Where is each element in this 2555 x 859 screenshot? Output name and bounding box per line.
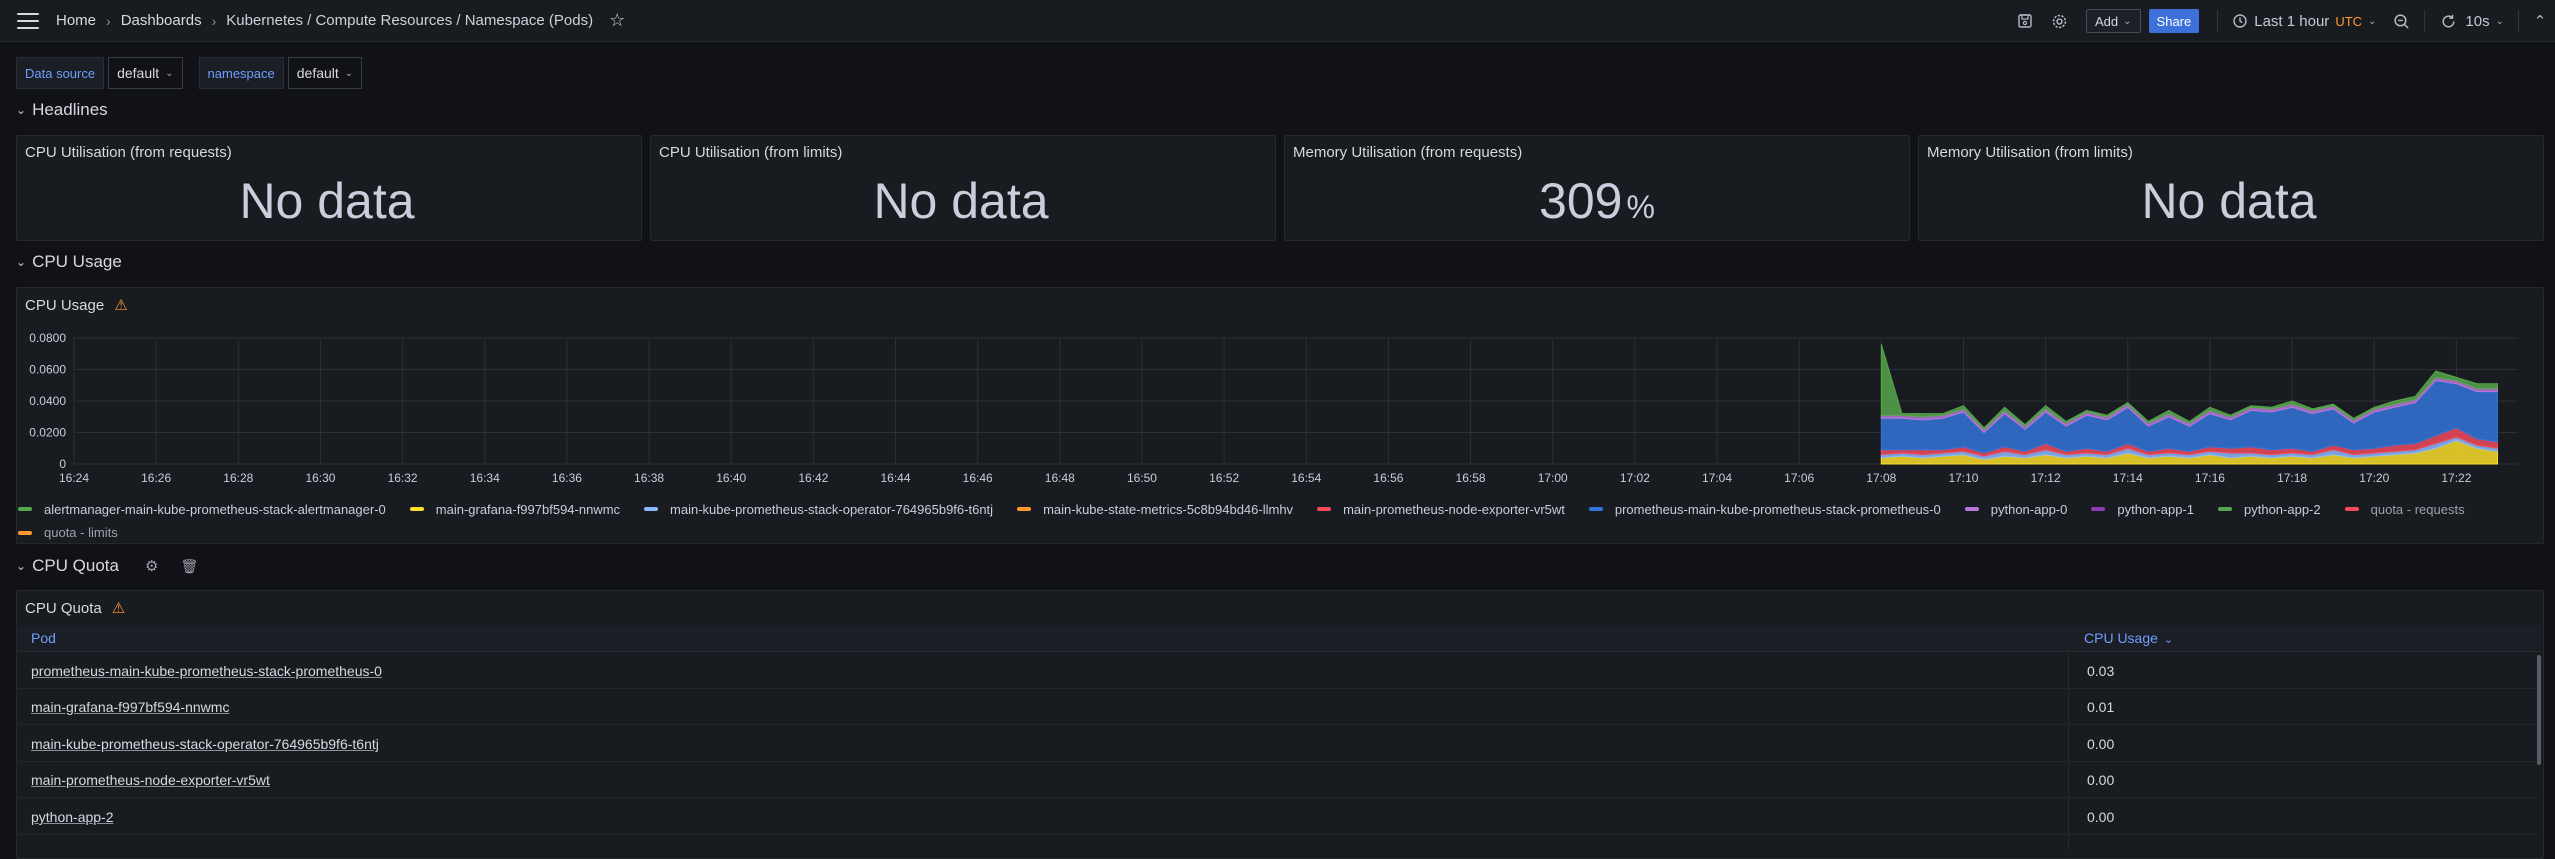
legend-item[interactable]: quota - requests xyxy=(2344,499,2465,520)
table-row: python-app-2 0.00 xyxy=(17,799,2537,835)
table-row: main-prometheus-node-exporter-vr5wt 0.00 xyxy=(17,762,2537,798)
x-tick-label: 16:54 xyxy=(1291,471,1321,485)
legend-item[interactable]: quota - limits xyxy=(18,522,118,543)
legend-label: main-grafana-f997bf594-nnwmc xyxy=(435,501,621,517)
legend-label: python-app-0 xyxy=(1990,501,2068,517)
cpu-usage-cell: 0.00 xyxy=(2087,772,2115,788)
legend-item[interactable]: main-grafana-f997bf594-nnwmc xyxy=(409,499,621,520)
legend-item[interactable]: python-app-2 xyxy=(2218,499,2321,520)
x-tick-label: 17:02 xyxy=(1620,471,1650,485)
row-cpu-quota[interactable]: ⌄ CPU Quota ⚙ 🗑 xyxy=(16,556,198,576)
pod-link[interactable]: python-app-2 xyxy=(31,809,114,825)
cpu-usage-cell: 0.03 xyxy=(2087,663,2115,679)
x-tick-label: 16:28 xyxy=(223,471,253,485)
legend-label: python-app-2 xyxy=(2244,501,2321,517)
legend-item[interactable]: main-prometheus-node-exporter-vr5wt xyxy=(1317,499,1565,520)
chevron-down-icon: ⌄ xyxy=(16,559,27,573)
x-tick-label: 16:46 xyxy=(963,471,993,485)
legend-item[interactable]: alertmanager-main-kube-prometheus-stack-… xyxy=(18,499,386,520)
legend-swatch xyxy=(1017,507,1032,511)
cpu-usage-cell: 0.00 xyxy=(2087,736,2115,752)
legend-swatch xyxy=(1964,507,1979,511)
legend-swatch xyxy=(644,507,659,511)
row-title: CPU Quota xyxy=(32,556,119,575)
x-tick-label: 16:44 xyxy=(880,471,910,485)
panel-title-text: CPU Quota xyxy=(25,599,102,617)
table-header: Pod CPU Usage ⌄ xyxy=(17,626,2542,652)
legend-swatch xyxy=(18,507,32,511)
x-tick-label: 16:38 xyxy=(634,471,664,485)
legend-item[interactable]: main-kube-state-metrics-5c8b94bd46-llmhv xyxy=(1017,499,1293,520)
x-tick-label: 17:22 xyxy=(2441,471,2471,485)
x-tick-label: 17:04 xyxy=(1702,471,1732,485)
x-tick-label: 16:48 xyxy=(1045,471,1075,485)
x-tick-label: 16:32 xyxy=(388,471,418,485)
cpu-usage-cell: 0.00 xyxy=(2087,809,2115,825)
legend-item[interactable]: python-app-0 xyxy=(1964,499,2068,520)
legend-label: prometheus-main-kube-prometheus-stack-pr… xyxy=(1614,501,1941,517)
table-row: main-kube-prometheus-stack-operator-7649… xyxy=(17,726,2537,762)
x-tick-label: 16:42 xyxy=(798,471,828,485)
x-tick-label: 17:06 xyxy=(1784,471,1814,485)
column-header-pod[interactable]: Pod xyxy=(31,630,56,646)
x-tick-label: 16:56 xyxy=(1373,471,1403,485)
warning-icon[interactable]: ⚠ xyxy=(112,599,125,617)
cpu-usage-cell: 0.01 xyxy=(2087,699,2115,715)
x-tick-label: 16:52 xyxy=(1209,471,1239,485)
pod-link[interactable]: main-grafana-f997bf594-nnwmc xyxy=(31,699,229,715)
x-tick-label: 17:20 xyxy=(2359,471,2389,485)
pod-link[interactable]: main-prometheus-node-exporter-vr5wt xyxy=(31,772,270,788)
legend-label: python-app-1 xyxy=(2117,501,2194,517)
sort-desc-icon: ⌄ xyxy=(2163,634,2174,646)
y-tick-label: 0.0800 xyxy=(29,331,66,345)
table-row: prometheus-main-kube-prometheus-stack-pr… xyxy=(17,653,2537,689)
panel-title: CPU Quota ⚠ xyxy=(25,599,125,618)
y-tick-label: 0.0600 xyxy=(29,363,66,377)
x-tick-label: 17:08 xyxy=(1866,471,1896,485)
legend-label: quota - limits xyxy=(44,525,118,540)
legend-label: main-prometheus-node-exporter-vr5wt xyxy=(1343,501,1565,517)
legend-swatch xyxy=(409,507,424,511)
legend-item[interactable]: prometheus-main-kube-prometheus-stack-pr… xyxy=(1588,499,1941,520)
cpu-usage-chart[interactable]: 0.0800 0.0600 0.0400 0.0200 016:24 16:26 16:28… xyxy=(0,0,2555,500)
legend-label: main-kube-state-metrics-5c8b94bd46-llmhv xyxy=(1043,501,1294,517)
chart-legend: alertmanager-main-kube-prometheus-stack-… xyxy=(18,496,2518,543)
x-tick-label: 17:14 xyxy=(2113,471,2143,485)
legend-item[interactable]: python-app-1 xyxy=(2091,499,2194,520)
x-tick-label: 16:24 xyxy=(59,471,89,485)
row-settings-gear-icon[interactable]: ⚙ xyxy=(145,557,158,575)
y-tick-label: 0.0200 xyxy=(29,426,66,440)
legend-swatch xyxy=(2344,507,2359,511)
x-tick-label: 17:18 xyxy=(2277,471,2307,485)
legend-swatch xyxy=(1317,507,1332,511)
column-header-cpu-usage-label: CPU Usage xyxy=(2084,630,2158,646)
x-tick-label: 17:10 xyxy=(1948,471,1978,485)
x-tick-label: 16:40 xyxy=(716,471,746,485)
x-tick-label: 16:36 xyxy=(552,471,582,485)
legend-item[interactable]: main-kube-prometheus-stack-operator-7649… xyxy=(644,499,993,520)
x-tick-label: 16:30 xyxy=(305,471,335,485)
x-tick-label: 16:50 xyxy=(1127,471,1157,485)
pod-link[interactable]: main-kube-prometheus-stack-operator-7649… xyxy=(31,736,379,752)
y-tick-label: 0.0400 xyxy=(29,394,66,408)
y-tick-label: 0 xyxy=(59,457,66,471)
pod-link[interactable]: prometheus-main-kube-prometheus-stack-pr… xyxy=(31,663,382,679)
column-header-cpu-usage[interactable]: CPU Usage ⌄ xyxy=(2084,630,2173,646)
x-tick-label: 16:34 xyxy=(470,471,500,485)
trash-icon[interactable]: 🗑 xyxy=(180,558,198,575)
legend-swatch xyxy=(1588,507,1603,511)
x-tick-label: 16:58 xyxy=(1456,471,1486,485)
legend-label: alertmanager-main-kube-prometheus-stack-… xyxy=(44,501,386,517)
x-tick-label: 17:00 xyxy=(1538,471,1568,485)
legend-swatch xyxy=(2218,507,2232,511)
table-row: main-grafana-f997bf594-nnwmc 0.01 xyxy=(17,689,2537,725)
legend-label: quota - requests xyxy=(2370,501,2465,517)
legend-swatch xyxy=(18,530,32,535)
legend-label: main-kube-prometheus-stack-operator-7649… xyxy=(670,501,994,517)
table-scrollbar[interactable] xyxy=(2537,655,2541,765)
legend-swatch xyxy=(2091,507,2106,511)
x-tick-label: 16:26 xyxy=(141,471,171,485)
x-tick-label: 17:12 xyxy=(2031,471,2061,485)
x-tick-label: 17:16 xyxy=(2195,471,2225,485)
